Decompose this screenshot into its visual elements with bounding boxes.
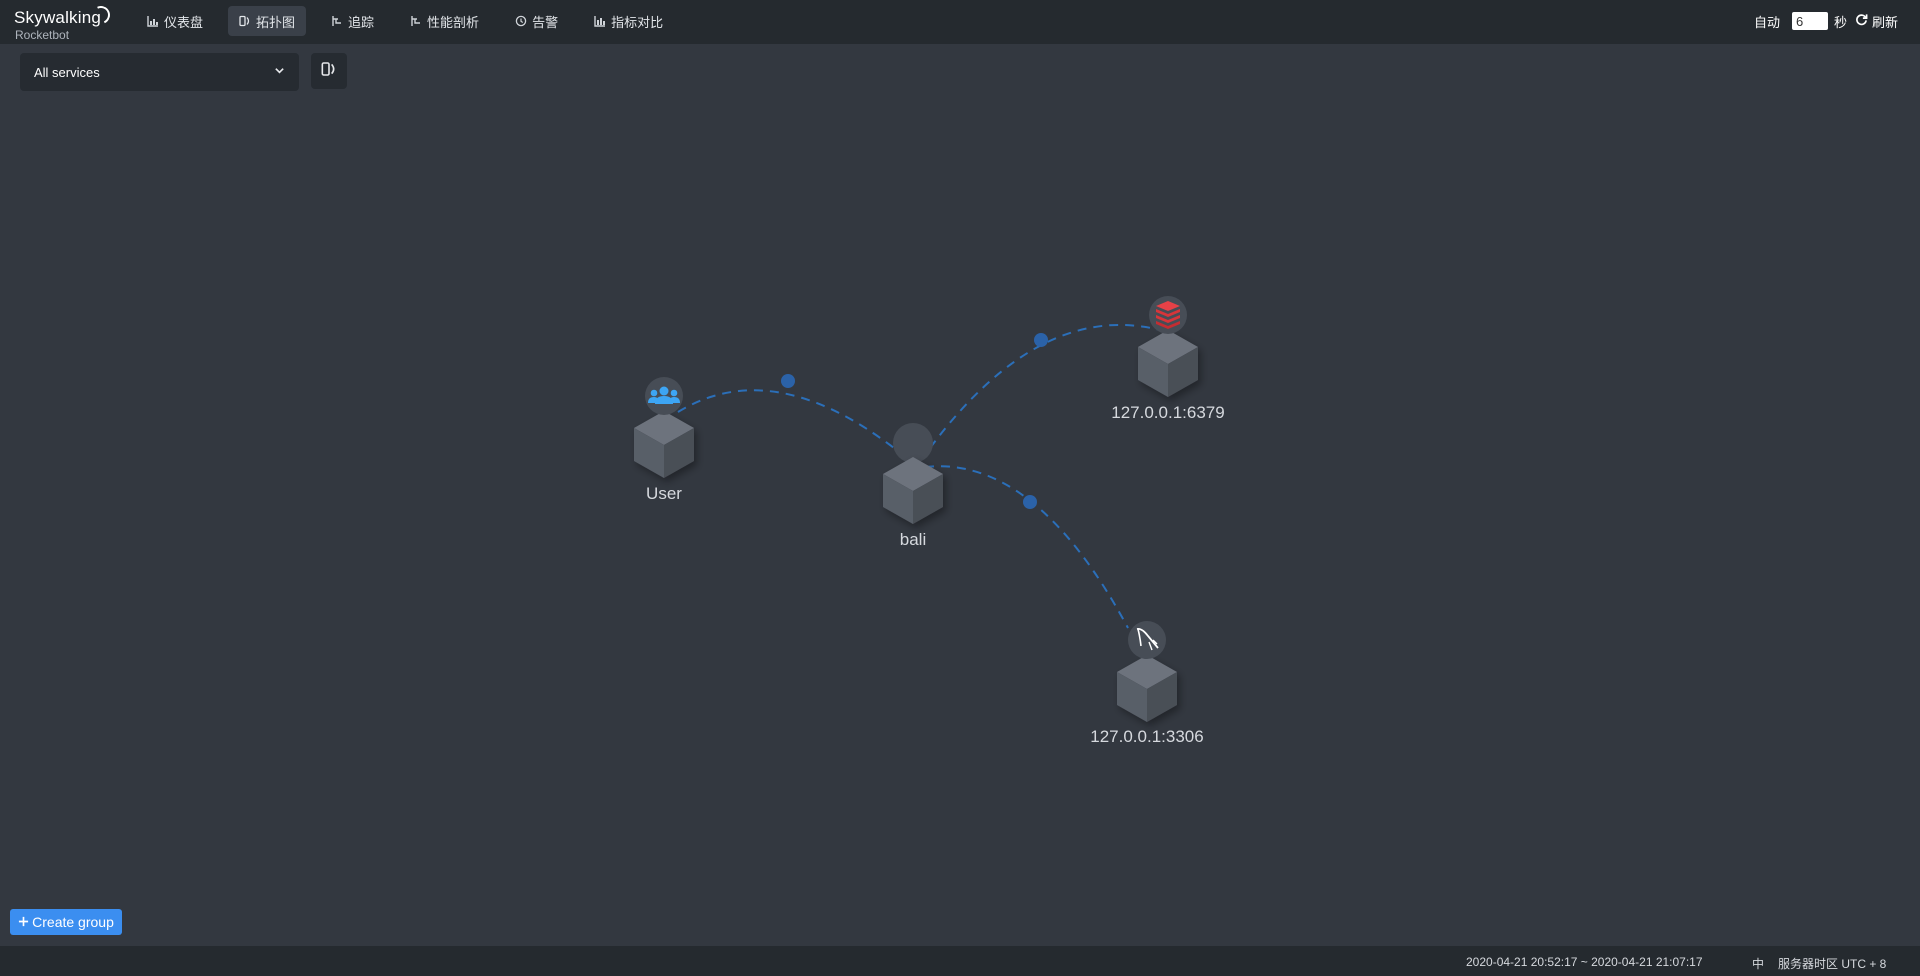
edge-bali-mysql[interactable] <box>924 465 1129 629</box>
cube-icon <box>634 411 694 478</box>
edge-midpoint[interactable] <box>781 374 795 388</box>
node-redis[interactable]: 127.0.0.1:6379 <box>1111 296 1225 422</box>
node-label: User <box>646 484 682 503</box>
topology-canvas: User bali 127.0.0.1:6379 127.0.0.1:3306 <box>634 296 1225 746</box>
node-label: bali <box>900 530 926 549</box>
edge-line <box>924 465 1129 629</box>
cube-icon <box>1117 655 1177 722</box>
edge-midpoint[interactable] <box>1034 333 1048 347</box>
edge-bali-redis[interactable] <box>929 323 1161 449</box>
node-label: 127.0.0.1:6379 <box>1111 403 1224 422</box>
node-mysql[interactable]: 127.0.0.1:3306 <box>1090 621 1204 746</box>
create-group-label: Create group <box>32 914 114 930</box>
node-badge <box>1128 621 1166 659</box>
cube-icon <box>1138 330 1198 397</box>
edge-line <box>677 389 916 466</box>
footer: 2020-04-21 20:52:17 ~ 2020-04-21 21:07:1… <box>0 946 1920 976</box>
node-user[interactable]: User <box>634 377 694 503</box>
language-switch[interactable]: 中 <box>1752 955 1764 972</box>
time-range[interactable]: 2020-04-21 20:52:17 ~ 2020-04-21 21:07:1… <box>1466 955 1703 969</box>
edge-midpoint[interactable] <box>1023 495 1037 509</box>
node-label: 127.0.0.1:3306 <box>1090 727 1203 746</box>
create-group-button[interactable]: Create group <box>10 909 122 935</box>
timezone-label: 服务器时区 UTC + 8 <box>1778 957 1887 971</box>
plus-icon <box>18 914 29 930</box>
edge-user-bali[interactable] <box>677 374 916 466</box>
